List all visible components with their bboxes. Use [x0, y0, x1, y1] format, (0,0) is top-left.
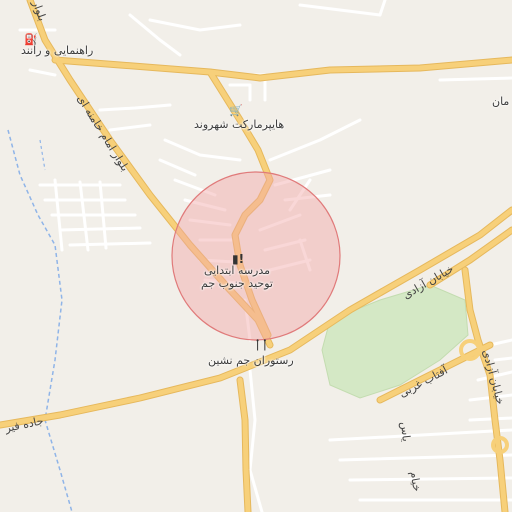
fork-knife-icon[interactable]: ᛙᛙ: [254, 338, 268, 352]
label-driving-school[interactable]: راهنمایی و رانند: [21, 44, 93, 57]
label-school[interactable]: مدرسه ابتدایی توحید جنوب جم: [198, 264, 276, 290]
label-blvd-imam: بلوار امام خامنه ای: [74, 93, 131, 174]
label-right-edge: مان: [492, 95, 510, 108]
map-view[interactable]: بلوار امام خامنه ای بلوار خیابان آزادی خ…: [0, 0, 512, 512]
highlight-circle: [171, 171, 341, 341]
waterway-west: [7, 129, 73, 512]
waterway-west-2: [39, 139, 46, 171]
label-road-fi: جاده فیر: [3, 414, 45, 435]
map-canvas[interactable]: بلوار امام خامنه ای بلوار خیابان آزادی خ…: [0, 0, 512, 512]
label-hypermarket[interactable]: هایپرمارکت شهروند: [194, 118, 284, 131]
shopping-cart-icon[interactable]: 🛒: [229, 104, 243, 117]
label-restaurant[interactable]: رستوران جم نشین: [208, 354, 294, 367]
label-khayyam: خیام: [407, 470, 423, 492]
park-area: [321, 284, 469, 399]
label-lower-vertical: یاس: [398, 421, 413, 442]
